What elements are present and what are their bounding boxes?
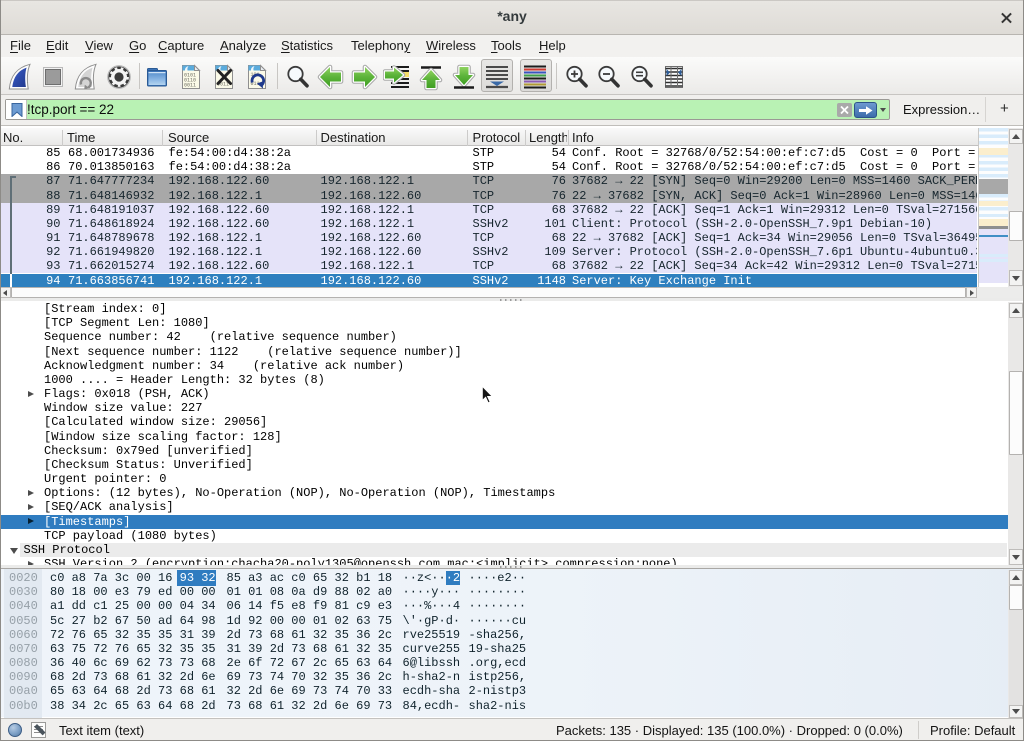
svg-text:0011: 0011 [184, 83, 196, 89]
